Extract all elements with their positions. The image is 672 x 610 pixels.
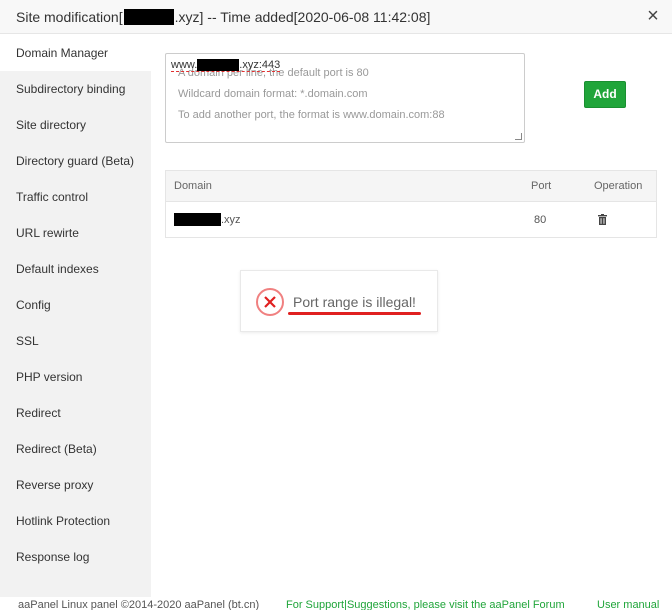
redacted-block xyxy=(174,213,221,226)
textarea-placeholder-line: To add another port, the format is www.d… xyxy=(178,109,445,121)
sidebar-item-url-rewrite[interactable]: URL rewirte xyxy=(0,215,151,251)
footer-strip: aaPanel Linux panel ©2014-2020 aaPanel (… xyxy=(0,597,672,610)
textarea-value: www. .xyz:443 xyxy=(171,59,281,73)
error-x-icon xyxy=(256,288,284,316)
domain-cell: .xyz xyxy=(174,202,241,237)
sidebar-item-redirect[interactable]: Redirect xyxy=(0,395,151,431)
sidebar-item-default-indexes[interactable]: Default indexes xyxy=(0,251,151,287)
main-panel: A domain per line, the default port is 8… xyxy=(151,35,672,610)
sidebar-item-response-log[interactable]: Response log xyxy=(0,539,151,575)
sidebar-item-directory-guard[interactable]: Directory guard (Beta) xyxy=(0,143,151,179)
domain-table: Domain Port Operation .xyz 80 xyxy=(165,170,657,238)
footer-forum-link[interactable]: For Support|Suggestions, please visit th… xyxy=(286,599,565,610)
sidebar-item-redirect-beta[interactable]: Redirect (Beta) xyxy=(0,431,151,467)
dialog-titlebar: Site modification[ .xyz] -- Time added[20… xyxy=(0,0,672,34)
sidebar-item-domain-manager[interactable]: Domain Manager xyxy=(0,35,151,71)
trash-icon[interactable] xyxy=(598,214,607,225)
annotation-underline xyxy=(288,312,421,315)
textarea-value-prefix: www. xyxy=(171,59,198,71)
redacted-block xyxy=(123,8,174,25)
sidebar-item-reverse-proxy[interactable]: Reverse proxy xyxy=(0,467,151,503)
operation-cell xyxy=(598,202,607,237)
domain-cell-suffix: .xyz xyxy=(221,213,241,226)
footer-manual-link[interactable]: User manual xyxy=(597,599,659,610)
toast-message: Port range is illegal! xyxy=(293,294,416,310)
textarea-value-suffix: .xyz:443 xyxy=(239,59,281,71)
sidebar-item-php-version[interactable]: PHP version xyxy=(0,359,151,395)
column-header-operation: Operation xyxy=(594,180,643,192)
redacted-block xyxy=(197,59,240,72)
domain-textarea[interactable]: A domain per line, the default port is 8… xyxy=(165,53,525,143)
column-header-domain: Domain xyxy=(174,180,212,192)
dialog-title-prefix: Site modification[ xyxy=(16,8,123,25)
sidebar-item-subdirectory-binding[interactable]: Subdirectory binding xyxy=(0,71,151,107)
sidebar-item-traffic-control[interactable]: Traffic control xyxy=(0,179,151,215)
dialog-title-suffix: .xyz] -- Time added[2020-06-08 11:42:08] xyxy=(174,8,431,25)
textarea-placeholder-line: Wildcard domain format: *.domain.com xyxy=(178,88,368,100)
table-header: Domain Port Operation xyxy=(166,171,656,202)
sidebar-item-ssl[interactable]: SSL xyxy=(0,323,151,359)
add-domain-button[interactable]: Add xyxy=(584,81,626,108)
table-row: .xyz 80 xyxy=(166,202,656,237)
close-icon[interactable]: × xyxy=(644,6,662,26)
sidebar: Domain Manager Subdirectory binding Site… xyxy=(0,35,151,610)
port-cell: 80 xyxy=(534,213,547,226)
sidebar-item-hotlink-protection[interactable]: Hotlink Protection xyxy=(0,503,151,539)
error-toast: Port range is illegal! xyxy=(240,270,438,332)
resize-handle[interactable] xyxy=(515,133,522,140)
footer-copyright: aaPanel Linux panel ©2014-2020 aaPanel (… xyxy=(18,599,260,610)
sidebar-item-site-directory[interactable]: Site directory xyxy=(0,107,151,143)
column-header-port: Port xyxy=(531,180,552,192)
sidebar-item-config[interactable]: Config xyxy=(0,287,151,323)
